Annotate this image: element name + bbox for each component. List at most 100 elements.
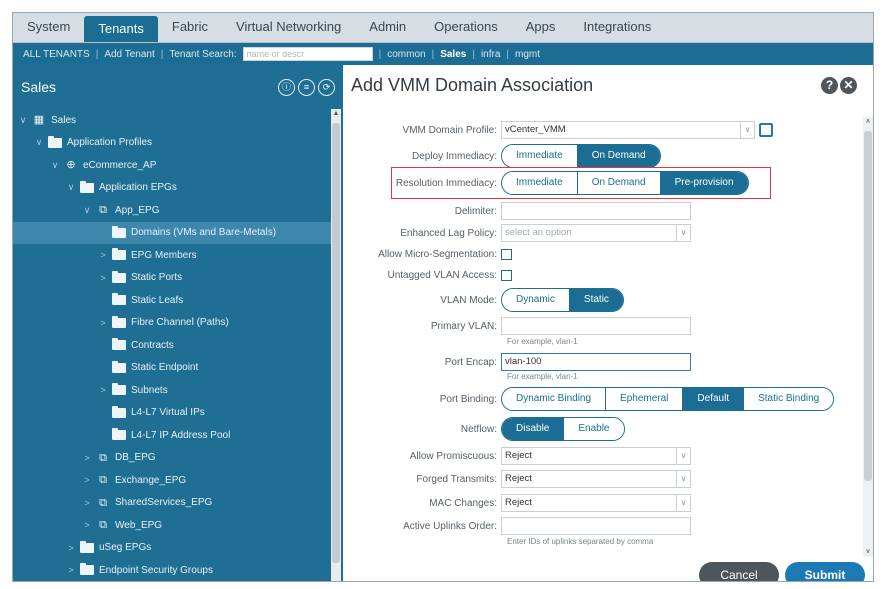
tree-item[interactable]: > ⧉ SharedServices_EPG [13,492,331,515]
tab-virtual-networking[interactable]: Virtual Networking [222,13,355,42]
resolution-immediacy-on-demand[interactable]: On Demand [576,172,660,194]
tree-item[interactable]: > ⧉ Exchange_EPG [13,469,331,492]
all-tenants-link[interactable]: ALL TENANTS [23,49,90,60]
scroll-thumb[interactable] [332,123,340,563]
port-encap-input[interactable]: vlan-100 [501,353,691,371]
resolution-immediacy-pre-provision[interactable]: Pre-provision [659,172,748,194]
active-uplinks-order-input[interactable] [501,517,691,535]
tree-item[interactable]: ∨ Application Profiles [13,132,331,155]
chevron-down-icon[interactable]: ∨ [740,122,754,138]
sidebar-title: Sales [21,79,57,95]
port-binding-ephemeral[interactable]: Ephemeral [605,388,683,410]
deploy-immediacy-immediate[interactable]: Immediate [502,145,577,167]
tab-tenants[interactable]: Tenants [84,16,158,42]
tree-item[interactable]: ∨ Application EPGs [13,177,331,200]
tenant-search-input[interactable]: name or descr [242,47,373,61]
tenant-link-infra[interactable]: infra [481,49,500,60]
vmm-domain-profile-select[interactable]: vCenter_VMM ∨ [501,121,755,139]
tenant-link-sales[interactable]: Sales [440,49,466,60]
tree-item[interactable]: Static Endpoint [13,357,331,380]
chevron-right-icon[interactable]: > [97,250,109,260]
list-view-icon[interactable]: ≡ [298,78,315,96]
untagged-vlan-access-checkbox[interactable] [501,270,512,281]
scroll-thumb[interactable] [864,131,872,481]
netflow-disable[interactable]: Disable [502,418,564,440]
tree-item[interactable]: > Subnets [13,379,331,402]
tree-item[interactable]: > ⧉ DB_EPG [13,447,331,470]
refresh-icon[interactable]: ⟳ [318,78,335,96]
tree-item[interactable]: L4-L7 Virtual IPs [13,402,331,425]
tree-item[interactable]: > Fibre Channel (Paths) [13,312,331,335]
chevron-down-icon[interactable]: ∨ [65,182,77,193]
chevron-right-icon[interactable]: > [97,318,109,328]
chevron-right-icon[interactable]: > [81,475,93,485]
chevron-down-icon[interactable]: ∨ [676,448,690,464]
tree-item[interactable]: > Endpoint Security Groups [13,559,331,581]
vlan-mode-static[interactable]: Static [568,289,623,311]
primary-vlan-input[interactable] [501,317,691,335]
deploy-immediacy-on-demand[interactable]: On Demand [576,145,660,167]
tab-integrations[interactable]: Integrations [569,13,665,42]
chevron-right-icon[interactable]: > [65,565,77,575]
allow-promiscuous-select[interactable]: Reject ∨ [501,447,691,465]
chevron-down-icon[interactable]: ∨ [81,205,93,216]
tenant-link-mgmt[interactable]: mgmt [515,49,540,60]
allow-micro-segmentation-checkbox[interactable] [501,249,512,260]
help-icon[interactable]: ? [821,77,838,94]
chevron-down-icon[interactable]: ∨ [676,471,690,487]
scroll-up-icon[interactable]: ∧ [863,117,873,127]
port-binding-dynamic-binding[interactable]: Dynamic Binding [502,388,606,410]
mac-changes-select[interactable]: Reject ∨ [501,494,691,512]
delimiter-input[interactable] [501,202,691,220]
tree-item-label: Exchange_EPG [115,474,187,486]
tree-item[interactable]: L4-L7 IP Address Pool [13,424,331,447]
tree-item[interactable]: > EPG Members [13,244,331,267]
netflow-enable[interactable]: Enable [563,418,624,440]
resolution-immediacy-immediate[interactable]: Immediate [502,172,577,194]
tree-item[interactable]: ∨ ▦ Sales [13,109,331,132]
chevron-right-icon[interactable]: > [97,385,109,395]
open-in-new-icon[interactable] [759,123,773,137]
chevron-down-icon[interactable]: ∨ [33,137,45,148]
chevron-down-icon[interactable]: ∨ [49,160,61,171]
separator: | [160,48,164,60]
quick-start-icon[interactable]: ⓘ [278,78,295,96]
port-binding-static-binding[interactable]: Static Binding [743,388,834,410]
chevron-right-icon[interactable]: > [81,498,93,508]
close-icon[interactable]: ✕ [840,77,857,94]
tab-operations[interactable]: Operations [420,13,512,42]
tree-item[interactable]: > Static Ports [13,267,331,290]
chevron-down-icon[interactable]: ∨ [676,225,690,241]
tree-item[interactable]: Static Leafs [13,289,331,312]
tree-item[interactable]: ∨ ⧉ App_EPG [13,199,331,222]
scroll-down-icon[interactable]: ∨ [863,547,873,557]
tree-item[interactable]: > ⧉ Web_EPG [13,514,331,537]
tree-item[interactable]: Domains (VMs and Bare-Metals) [13,221,331,244]
tab-apps[interactable]: Apps [512,13,570,42]
tree-item[interactable]: ∨ ⊕ eCommerce_AP [13,154,331,177]
vlan-mode-toggle: Dynamic Static [501,288,624,312]
add-tenant-link[interactable]: Add Tenant [104,49,154,60]
tab-system[interactable]: System [13,13,84,42]
scroll-up-icon[interactable]: ▲ [331,109,341,119]
enhanced-lag-policy-select[interactable]: select an option ∨ [501,224,691,242]
chevron-down-icon[interactable]: ∨ [676,495,690,511]
chevron-right-icon[interactable]: > [65,543,77,553]
tree-item[interactable]: > uSeg EPGs [13,537,331,560]
tab-admin[interactable]: Admin [355,13,420,42]
submit-button[interactable]: Submit [785,562,865,581]
forged-transmits-select[interactable]: Reject ∨ [501,470,691,488]
chevron-down-icon[interactable]: ∨ [17,115,29,126]
tree-item[interactable]: Contracts [13,334,331,357]
chevron-right-icon[interactable]: > [81,520,93,530]
tenant-link-common[interactable]: common [387,49,425,60]
folder-icon [80,563,94,576]
chevron-right-icon[interactable]: > [97,273,109,283]
sidebar-scrollbar[interactable]: ▲ [331,109,341,581]
tab-fabric[interactable]: Fabric [158,13,222,42]
port-binding-default[interactable]: Default [682,388,744,410]
vlan-mode-dynamic[interactable]: Dynamic [502,289,569,311]
chevron-right-icon[interactable]: > [81,453,93,463]
panel-scrollbar[interactable]: ∧ ∨ [863,117,873,557]
cancel-button[interactable]: Cancel [699,562,779,581]
